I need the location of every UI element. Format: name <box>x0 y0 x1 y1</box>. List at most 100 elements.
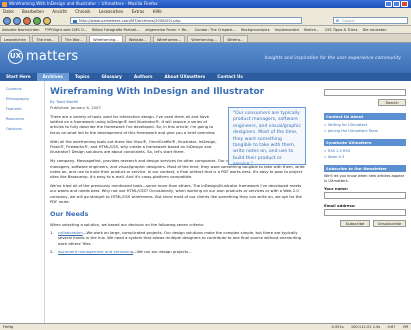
syndicate-link[interactable]: RSS 2.0 RSS <box>324 149 350 153</box>
tab[interactable]: Website... <box>124 35 151 42</box>
bookmark-item[interactable]: Aktuelle Nachrichten <box>2 28 40 32</box>
bookmark-item[interactable]: Condor: The Crispest... <box>195 28 236 32</box>
bookmark-item[interactable]: allgemeine Foren + Re... <box>145 28 189 32</box>
status-text: Fertig <box>3 325 14 329</box>
reload-icon[interactable] <box>33 16 41 25</box>
list-item: 1. collaboration—We work on large, compl… <box>50 230 308 246</box>
site-favicon-icon <box>73 19 77 23</box>
bookmark-item[interactable]: Sketch... <box>304 28 320 32</box>
maximize-button[interactable] <box>393 1 400 7</box>
section-intro: When selecting a solution, we based our … <box>50 222 205 228</box>
list-text: —We run our design projects... <box>133 248 192 254</box>
left-link[interactable]: Columns <box>6 87 44 91</box>
left-column: Columns Ethnography Features Resources O… <box>0 81 45 323</box>
url-text: http://www.uxmatters.com/MT/archives/200… <box>79 18 181 23</box>
site-search-button[interactable]: Search <box>378 99 406 106</box>
newsletter-text: We'll let you know when new articles app… <box>324 174 405 183</box>
section-heading: Our Needs <box>50 210 89 219</box>
right-sidebar: Search Contact Us About Writing for UXma… <box>318 81 411 323</box>
left-link[interactable]: Features <box>6 107 44 111</box>
stop-icon[interactable] <box>23 16 31 25</box>
tab[interactable]: The Wor... <box>60 35 87 42</box>
menu-bar: Datei Bearbeiten Ansicht Chronik Lesezei… <box>0 8 411 15</box>
nav-contact[interactable]: Contact Us <box>211 73 249 81</box>
menu-edit[interactable]: Bearbeiten <box>22 9 44 14</box>
unsubscribe-button[interactable]: Unsubscribe <box>373 220 406 227</box>
list-number: 1. <box>50 230 54 236</box>
nav-topics[interactable]: Topics <box>69 73 96 81</box>
syndicate-link[interactable]: Atom 0.3 <box>324 155 344 159</box>
tab[interactable]: Lesezeichen <box>0 35 31 42</box>
close-button[interactable] <box>401 1 408 7</box>
back-icon[interactable] <box>3 16 11 25</box>
nav-start-here[interactable]: Start Here <box>0 73 37 81</box>
newsletter-heading: Subscribe to Our Newsletter <box>324 165 406 172</box>
tab[interactable]: Wirefra... <box>223 35 248 42</box>
status-bar: Fertig 4.551s 100:111:21 1.0s 0:67 Off <box>0 323 411 330</box>
search-field[interactable]: G Google <box>333 17 408 24</box>
tab[interactable]: The Inte... <box>32 35 59 42</box>
tab-active[interactable]: Wireframing... <box>89 35 123 42</box>
menu-tools[interactable]: Extras <box>132 9 145 14</box>
menu-help[interactable]: Hilfe <box>153 9 162 14</box>
bookmark-item[interactable]: CSS Tipps & Tricks <box>325 28 358 32</box>
menu-history[interactable]: Chronik <box>75 9 90 14</box>
article-paragraph: With all the wireframing tools out there… <box>50 138 217 155</box>
list-number: 2. <box>50 248 54 254</box>
contact-link[interactable]: Writing for UXmatters <box>324 123 367 127</box>
site-nav: Start Here Archives Topics Glossary Authors A… <box>0 73 411 81</box>
home-icon[interactable] <box>43 16 51 25</box>
tab[interactable]: Wireframing... <box>187 35 221 42</box>
status-item: 100:111:21 1.0s <box>350 325 381 329</box>
contact-heading: Contact Us About <box>324 113 406 120</box>
status-item: 0:67 <box>387 325 396 329</box>
name-label: Your name: <box>324 186 349 191</box>
list-item: 2. document management and versioning—We… <box>50 249 308 254</box>
bookmark-item[interactable]: Backgroundpics <box>241 28 270 32</box>
email-label: Email address: <box>324 203 356 208</box>
firefox-icon <box>2 1 7 7</box>
url-field[interactable]: http://www.uxmatters.com/MT/archives/200… <box>70 17 302 24</box>
left-link[interactable]: Resources <box>6 117 44 121</box>
forward-icon[interactable] <box>13 16 21 25</box>
article-paragraph: There are a variety of tools used for in… <box>50 114 216 135</box>
nav-about[interactable]: About UXmatters <box>159 73 212 81</box>
email-input[interactable] <box>324 209 406 216</box>
pull-quote: "Our consumers are typically product man… <box>228 107 306 167</box>
bookmarks-toolbar: Aktuelle Nachrichten TYPOlight web CMS O… <box>0 26 411 34</box>
google-icon: G <box>336 19 339 23</box>
bookmark-item[interactable]: TYPOlight web CMS O... <box>45 28 87 32</box>
left-link[interactable]: Ethnography <box>6 97 44 101</box>
name-input[interactable] <box>324 192 406 199</box>
menu-view[interactable]: Ansicht <box>52 9 67 14</box>
tab[interactable]: Wireframes... <box>152 35 185 42</box>
nav-glossary[interactable]: Glossary <box>96 73 128 81</box>
menu-file[interactable]: Datei <box>3 9 14 14</box>
bookmark-item[interactable]: Billion Fotografie Portrait... <box>92 28 140 32</box>
minimize-button[interactable] <box>385 1 392 7</box>
nav-archives[interactable]: Archives <box>36 73 69 81</box>
bookmark-item[interactable]: Implemented <box>275 28 299 32</box>
left-link[interactable]: Opinions <box>6 127 44 131</box>
tab-strip: Lesezeichen The Inte... The Wor... Wiref… <box>0 34 411 43</box>
article-title: Wireframing With InDesign and Illustrato… <box>50 87 265 97</box>
status-item: Off <box>402 325 408 329</box>
navigation-toolbar: http://www.uxmatters.com/MT/archives/200… <box>0 15 411 26</box>
site-search-input[interactable] <box>324 89 406 96</box>
menu-bookmarks[interactable]: Lesezeichen <box>99 9 124 14</box>
list-keyword-link[interactable]: document management and versioning <box>58 249 133 254</box>
site-logo-mark[interactable]: UX <box>8 49 23 64</box>
article-byline[interactable]: By Todd Warfel <box>50 99 308 104</box>
article-paragraph: We've tried all of the previously mentio… <box>50 183 302 204</box>
page-viewport: UX matters Insights and inspiration for … <box>0 43 411 323</box>
contact-link[interactable]: Joining the UXmatters Team <box>324 129 378 133</box>
window-titlebar: Wireframing With InDesign and Illustrato… <box>0 0 411 8</box>
subscribe-button[interactable]: Subscribe <box>340 220 370 227</box>
article: Wireframing With InDesign and Illustrato… <box>50 87 308 254</box>
site-logo-text[interactable]: matters <box>26 49 78 64</box>
bookmark-item[interactable]: Die neuesten <box>363 28 387 32</box>
nav-authors[interactable]: Authors <box>128 73 159 81</box>
syndicate-heading: Syndicate UXmatters <box>324 139 406 146</box>
site-tagline: Insights and inspiration for the user ex… <box>264 56 401 61</box>
list-text: —We work on large, complicated projects.… <box>58 230 302 246</box>
